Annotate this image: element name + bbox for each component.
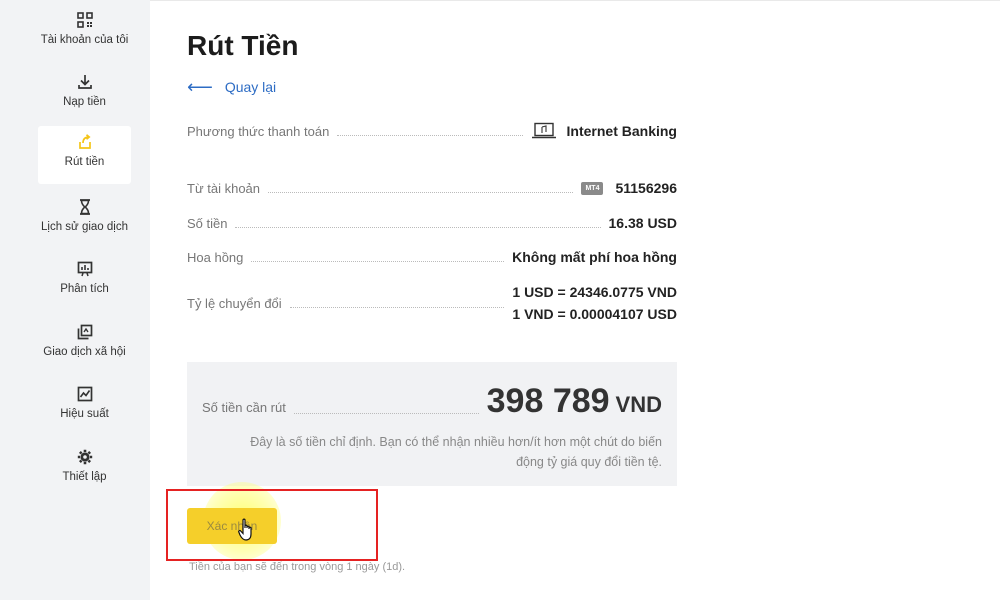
- dotted-leader: [337, 134, 523, 136]
- divider: [150, 0, 1000, 1]
- exchange-rate-value: 1 USD = 24346.0775 VND 1 VND = 0.0000410…: [512, 284, 677, 322]
- account-number: 51156296: [615, 180, 677, 196]
- laptop-icon: [531, 122, 556, 139]
- sidebar-item-analysis[interactable]: Phân tích: [38, 253, 131, 311]
- gear-icon: [77, 449, 92, 465]
- sidebar-item-label: Hiệu suất: [60, 408, 109, 420]
- main-content: Rút Tiền ⟵ Quay lại Phương thức thanh to…: [150, 0, 1000, 600]
- back-label: Quay lại: [224, 79, 277, 95]
- commission-label: Hoa hồng: [187, 249, 244, 265]
- dotted-leader: [289, 306, 505, 308]
- sidebar-item-performance[interactable]: Hiệu suất: [38, 378, 131, 436]
- sidebar-item-deposit[interactable]: Nạp tiền: [38, 66, 131, 124]
- sidebar-item-label: Giao dịch xã hội: [43, 346, 126, 358]
- sidebar-item-label: Thiết lập: [62, 471, 107, 483]
- sidebar-item-label: Nạp tiền: [63, 96, 106, 108]
- sidebar-item-settings[interactable]: Thiết lập: [38, 441, 131, 499]
- summary-note: Đây là số tiền chỉ định. Bạn có thể nhận…: [250, 435, 662, 469]
- payment-method-value: Internet Banking: [531, 122, 677, 140]
- summary-label: Số tiền cần rút: [202, 400, 286, 415]
- qr-grid-icon: [76, 12, 93, 28]
- withdraw-icon: [78, 134, 91, 149]
- dotted-leader: [268, 191, 574, 193]
- sidebar-item-history[interactable]: Lịch sử giao dịch: [38, 191, 131, 249]
- dotted-leader: [293, 413, 479, 414]
- from-account-row: Từ tài khoản MT4 51156296: [187, 180, 677, 196]
- sidebar-item-label: Phân tích: [60, 283, 109, 295]
- copy-trade-icon: [77, 324, 92, 340]
- sidebar-item-label: Tài khoản của tôi: [40, 34, 129, 46]
- back-link[interactable]: ⟵ Quay lại: [187, 78, 276, 96]
- commission-row: Hoa hồng Không mất phí hoa hồng: [187, 249, 677, 265]
- amount-row: Số tiền 16.38 USD: [187, 215, 677, 231]
- exchange-rate-label: Tỷ lệ chuyển đổi: [187, 295, 282, 311]
- exchange-rate-row: Tỷ lệ chuyển đổi 1 USD = 24346.0775 VND …: [187, 281, 677, 325]
- sidebar-item-social-trading[interactable]: Giao dịch xã hội: [38, 316, 131, 374]
- sidebar-item-withdraw[interactable]: Rút tiền: [38, 126, 131, 184]
- account-type-badge: MT4: [581, 181, 604, 195]
- sidebar-item-label: Lịch sử giao dịch: [41, 221, 128, 233]
- payment-method-label: Phương thức thanh toán: [187, 123, 330, 139]
- footnote-text: Tiền của bạn sẽ đến trong vòng 1 ngày (1…: [189, 561, 406, 573]
- page-title: Rút Tiền: [187, 30, 299, 61]
- amount-label: Số tiền: [187, 215, 228, 231]
- download-icon: [77, 75, 92, 89]
- summary-currency: VND: [615, 392, 662, 417]
- sidebar-item-label: Rút tiền: [64, 156, 105, 168]
- confirm-button[interactable]: Xác nhận: [187, 508, 277, 544]
- arrow-left-icon: ⟵: [187, 77, 213, 97]
- from-account-label: Từ tài khoản: [187, 180, 261, 196]
- amount-value: 16.38 USD: [608, 215, 677, 231]
- payment-method-row: Phương thức thanh toán Internet Banking: [187, 122, 677, 140]
- sidebar: Tài khoản của tôi Nạp tiền Rút tiền Lịch…: [0, 0, 150, 600]
- hourglass-icon: [79, 199, 90, 215]
- dotted-leader: [235, 226, 601, 228]
- withdraw-summary-box: Số tiền cần rút 398 789 VND Đây là số tiề…: [187, 362, 677, 486]
- summary-amount: 398 789 VND: [486, 382, 662, 420]
- commission-value: Không mất phí hoa hồng: [512, 249, 677, 265]
- dotted-leader: [251, 260, 505, 262]
- chart-board-icon: [77, 261, 92, 277]
- sidebar-item-my-account[interactable]: Tài khoản của tôi: [38, 4, 131, 62]
- performance-icon: [77, 386, 92, 402]
